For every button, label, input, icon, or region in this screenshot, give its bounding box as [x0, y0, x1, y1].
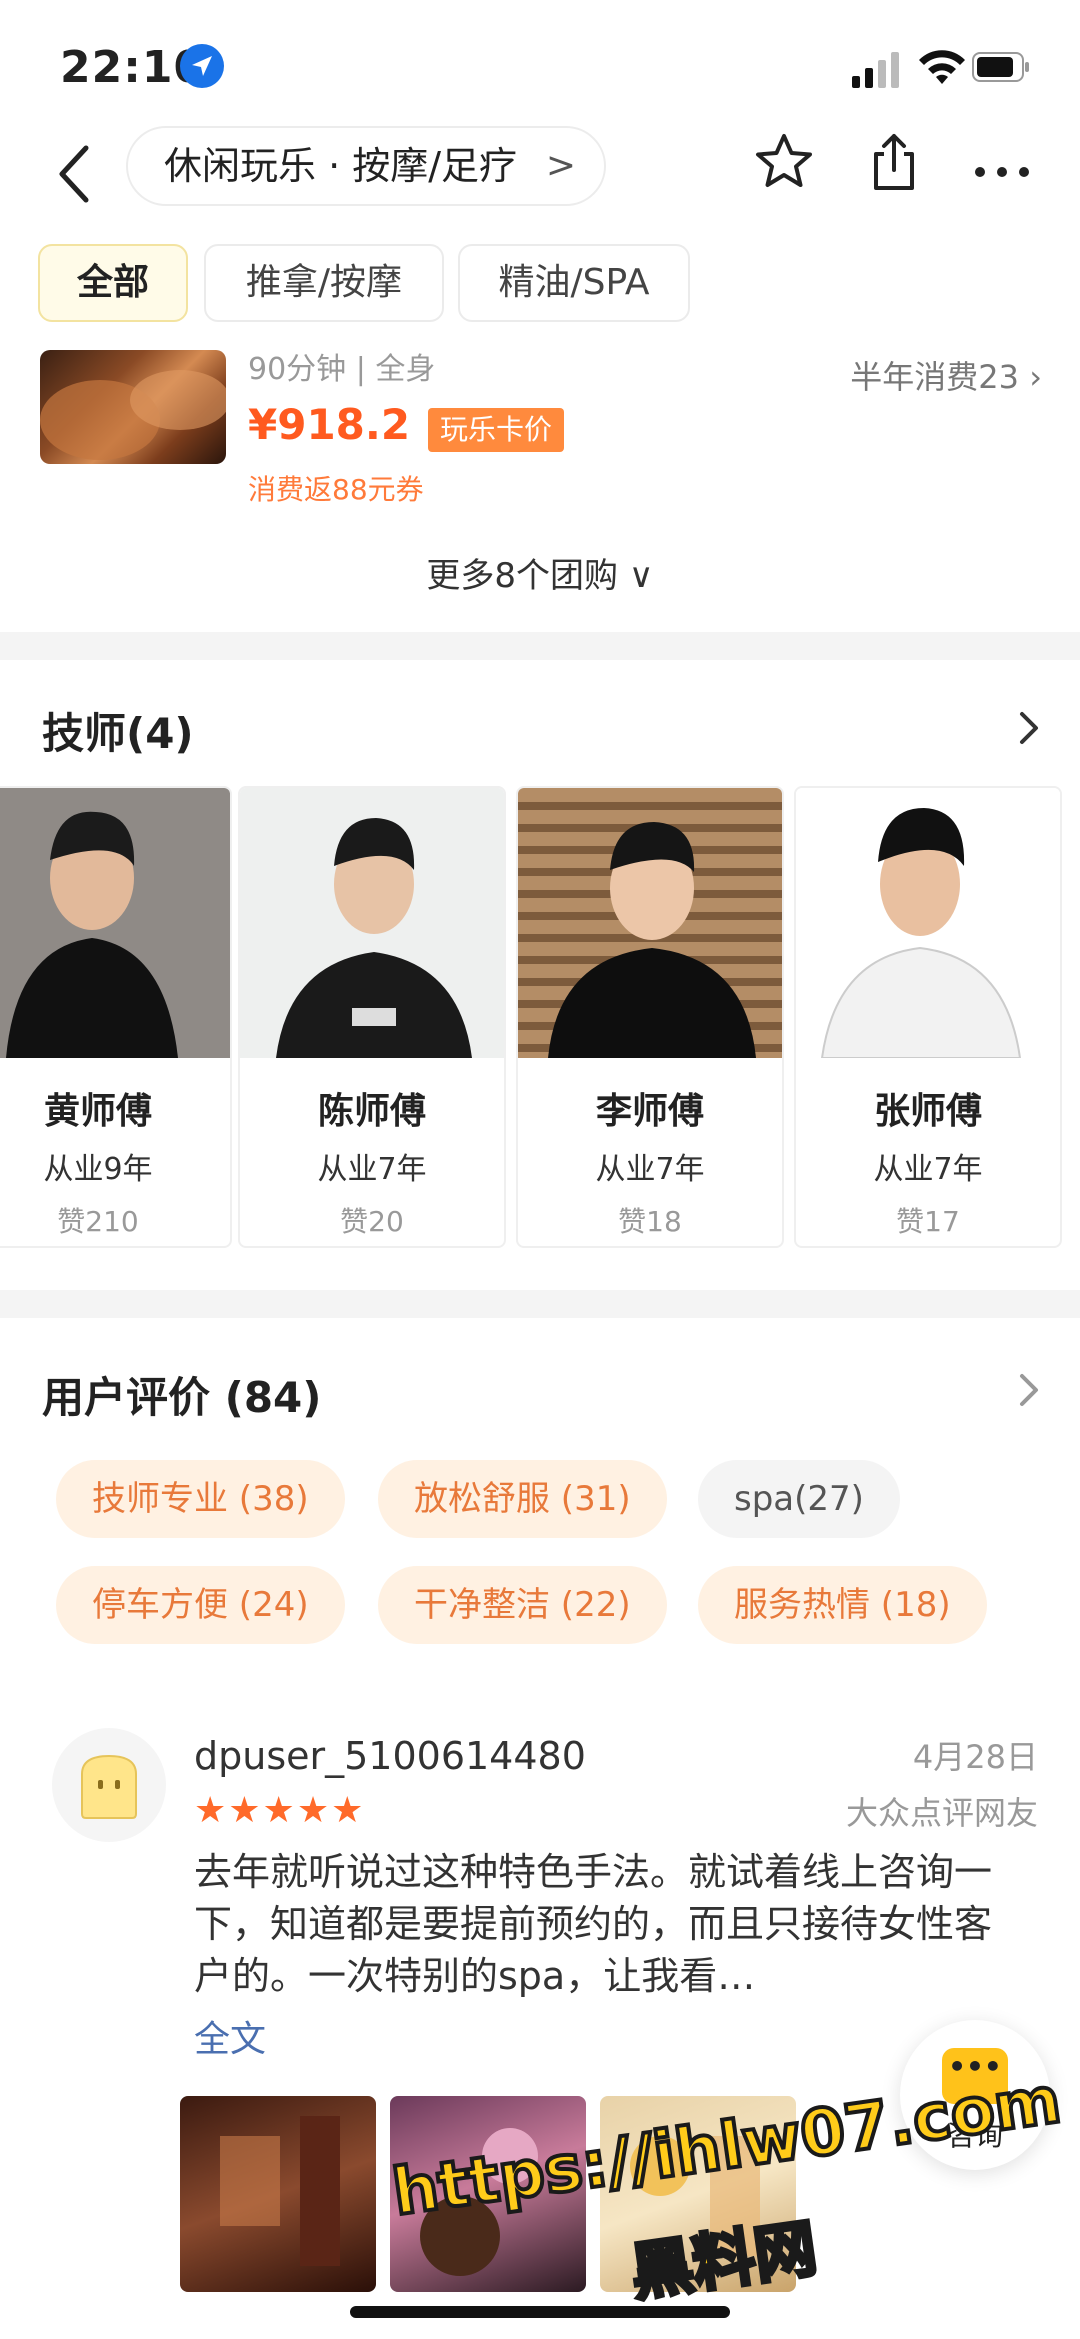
wifi-icon [919, 50, 965, 84]
deal-price: ¥918.2 [248, 400, 411, 449]
review-photo[interactable] [180, 2096, 376, 2292]
more-deals-link[interactable]: 更多8个团购 ∨ [0, 548, 1080, 597]
technician-experience: 从业7年 [873, 1152, 983, 1187]
more-options-icon[interactable] [970, 130, 1034, 194]
status-bar: 22:10 [0, 0, 1080, 120]
star-favorite-icon[interactable] [752, 130, 816, 194]
review-tag[interactable]: 技师专业 (38) [56, 1460, 345, 1538]
rating-stars: ★★★★★ [194, 1790, 366, 1831]
technician-photo [240, 788, 504, 1058]
technician-name: 陈师傅 [317, 1091, 426, 1132]
price-badge: 玩乐卡价 [428, 408, 565, 452]
back-arrow-icon[interactable] [52, 142, 96, 206]
technician-experience: 从业9年 [43, 1152, 153, 1187]
technicians-title: 技师(4) [42, 709, 194, 758]
review-date: 4月28日 [912, 1738, 1038, 1776]
home-indicator[interactable] [350, 2306, 730, 2318]
chevron-right-icon: > [545, 145, 576, 186]
technician-card[interactable]: 黄师傅 从业9年 赞210 [0, 786, 232, 1248]
deal-subtitle: 90分钟 | 全身 [248, 352, 436, 387]
review-username[interactable]: dpuser_5100614480 [194, 1734, 586, 1778]
review-body: 去年就听说过这种特色手法。就试着线上咨询一下，知道都是要提前预约的，而且只接待女… [194, 1850, 993, 1998]
review-source: 大众点评网友 [845, 1794, 1038, 1832]
tab-massage[interactable]: 推拿/按摩 [204, 244, 444, 322]
technician-likes: 赞210 [57, 1205, 139, 1238]
technician-name: 黄师傅 [43, 1091, 152, 1132]
chevron-right-icon: › [1029, 358, 1042, 396]
deal-sales-label: 半年消费23 [850, 358, 1020, 396]
technician-photo [0, 788, 230, 1058]
technician-card[interactable]: 张师傅 从业7年 赞17 [794, 786, 1062, 1248]
deal-thumbnail[interactable] [40, 350, 226, 464]
review-tag[interactable]: 服务热情 (18) [698, 1566, 987, 1644]
nav-bar: 休闲玩乐 · 按摩/足疗 > [0, 120, 1080, 240]
technician-likes: 赞20 [340, 1205, 404, 1238]
chevron-right-icon[interactable] [1014, 1368, 1044, 1412]
breadcrumb-label: 休闲玩乐 · 按摩/足疗 [164, 144, 518, 188]
deal-sales-count[interactable]: 半年消费23 › [850, 352, 1042, 398]
technician-experience: 从业7年 [317, 1152, 427, 1187]
technician-card[interactable]: 陈师傅 从业7年 赞20 [238, 786, 506, 1248]
review-tag[interactable]: spa(27) [698, 1460, 900, 1538]
technician-name: 李师傅 [595, 1091, 704, 1132]
chevron-right-icon[interactable] [1014, 706, 1044, 750]
review-tag[interactable]: 停车方便 (24) [56, 1566, 345, 1644]
category-breadcrumb[interactable]: 休闲玩乐 · 按摩/足疗 > [126, 126, 606, 206]
technician-card[interactable]: 李师傅 从业7年 赞18 [516, 786, 784, 1248]
chevron-down-icon: ∨ [628, 556, 654, 596]
technician-photo [518, 788, 782, 1058]
reviews-title: 用户评价 (84) [42, 1373, 322, 1422]
section-divider [0, 1290, 1080, 1318]
full-text-link[interactable]: 全文 [194, 2010, 266, 2062]
technician-likes: 赞17 [896, 1205, 960, 1238]
technician-likes: 赞18 [618, 1205, 682, 1238]
location-arrow-icon [180, 44, 224, 88]
section-divider [0, 632, 1080, 660]
review-tag[interactable]: 放松舒服 (31) [378, 1460, 667, 1538]
battery-icon [972, 52, 1029, 82]
technician-name: 张师傅 [873, 1091, 982, 1132]
technician-experience: 从业7年 [595, 1152, 705, 1187]
more-deals-label: 更多8个团购 [426, 556, 618, 596]
tab-all[interactable]: 全部 [38, 244, 188, 322]
technician-photo [796, 788, 1060, 1058]
avatar[interactable] [52, 1728, 166, 1842]
share-icon[interactable] [862, 130, 926, 194]
review-tag[interactable]: 干净整洁 (22) [378, 1566, 667, 1644]
tab-spa[interactable]: 精油/SPA [458, 244, 690, 322]
cellular-signal-icon [852, 52, 899, 88]
deal-rebate: 消费返88元券 [248, 473, 424, 506]
